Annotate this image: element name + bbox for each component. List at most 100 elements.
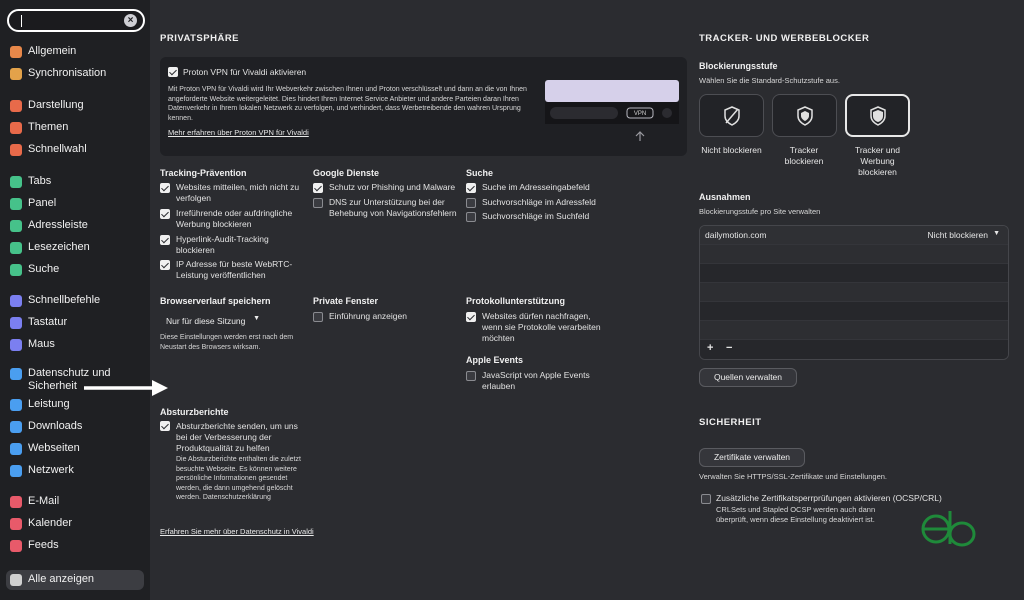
tracking-checkbox[interactable] <box>160 209 170 219</box>
sidebar: × Allgemein Synchronisation Darstellung The… <box>0 0 168 600</box>
chevron-down-icon[interactable]: ▼ <box>993 230 1000 237</box>
vpn-description: Mit Proton VPN für Vivaldi wird Ihr Webv… <box>168 86 527 122</box>
sidebar-item-label: Feeds <box>28 539 59 551</box>
sidebar-item-lesezeichen[interactable]: Lesezeichen <box>10 241 90 259</box>
private-checkbox[interactable] <box>313 312 323 322</box>
settings-all-icon <box>10 574 22 586</box>
cloud-icon <box>10 68 22 80</box>
sidebar-item-netzwerk[interactable]: Netzwerk <box>10 464 74 482</box>
crash-heading: Absturzberichte <box>160 407 229 417</box>
ocsp-checkbox[interactable] <box>701 494 711 504</box>
search-icon <box>10 264 22 276</box>
level-trackers-button[interactable] <box>772 94 837 137</box>
shield-half-icon <box>797 106 813 126</box>
apple-events-heading: Apple Events <box>466 355 524 365</box>
manage-sources-button[interactable]: Quellen verwalten <box>699 368 797 387</box>
globe-icon <box>10 443 22 455</box>
sidebar-item-suche[interactable]: Suche <box>10 263 59 281</box>
remove-icon[interactable]: − <box>726 342 732 354</box>
google-heading: Google Dienste <box>313 168 380 178</box>
sidebar-item-kalender[interactable]: Kalender <box>10 517 72 535</box>
sidebar-item-allgemein[interactable]: Allgemein <box>10 45 76 63</box>
sidebar-item-tastatur[interactable]: Tastatur <box>10 316 67 334</box>
sidebar-item-feeds[interactable]: Feeds <box>10 539 59 557</box>
history-dropdown[interactable]: Nur für diese Sitzung ▼ <box>160 312 264 330</box>
sidebar-item-label: Themen <box>28 121 69 133</box>
protocol-heading: Protokollunterstützung <box>466 296 565 306</box>
sidebar-item-label: Leistung <box>28 398 70 410</box>
tracking-checkbox[interactable] <box>160 260 170 270</box>
apple-checkbox[interactable] <box>466 371 476 381</box>
privacy-learn-more-link[interactable]: Erfahren Sie mehr über Datenschutz in Vi… <box>160 527 314 536</box>
sidebar-item-e-mail[interactable]: E-Mail <box>10 495 59 513</box>
crash-note: Die Absturzberichte enthalten die zuletz… <box>176 456 301 502</box>
sidebar-item-label: Maus <box>28 338 55 350</box>
google-checkbox[interactable] <box>313 198 323 208</box>
sidebar-item-synchronisation[interactable]: Synchronisation <box>10 67 106 85</box>
exception-level[interactable]: Nicht blockieren <box>928 230 988 240</box>
history-note: Diese Einstellungen werden erst nach dem… <box>160 334 294 351</box>
sidebar-item-panel[interactable]: Panel <box>10 197 56 215</box>
search-input[interactable]: × <box>7 9 145 32</box>
sidebar-item-tabs[interactable]: Tabs <box>10 175 51 193</box>
vpn-label: Proton VPN für Vivaldi aktivieren <box>183 67 307 77</box>
sidebar-item-adressleiste[interactable]: Adressleiste <box>10 219 88 237</box>
sidebar-item-label: Schnellbefehle <box>28 294 101 306</box>
blocker-heading: TRACKER- UND WERBEBLOCKER <box>699 33 870 44</box>
apple-option-label: JavaScript von Apple Events erlauben <box>482 370 590 391</box>
tracking-checkbox[interactable] <box>160 183 170 193</box>
level-none-button[interactable] <box>699 94 764 137</box>
sidebar-item-label: Webseiten <box>28 442 80 454</box>
sidebar-item-alle-anzeigen[interactable]: Alle anzeigen <box>6 570 144 590</box>
tracking-option-label: IP Adresse für beste WebRTC-Leistung ver… <box>176 259 293 280</box>
exceptions-heading: Ausnahmen <box>699 192 751 202</box>
panel-icon <box>10 198 22 210</box>
sidebar-item-downloads[interactable]: Downloads <box>10 420 82 438</box>
sidebar-item-webseiten[interactable]: Webseiten <box>10 442 80 460</box>
exceptions-desc: Blockierungsstufe pro Site verwalten <box>699 207 821 216</box>
chevron-down-icon: ▼ <box>253 315 260 322</box>
network-icon <box>10 465 22 477</box>
sidebar-item-schnellbefehle[interactable]: Schnellbefehle <box>10 294 100 312</box>
bookmark-icon <box>10 242 22 254</box>
sidebar-item-themen[interactable]: Themen <box>10 121 68 139</box>
tracking-checkbox[interactable] <box>160 235 170 245</box>
search-checkbox[interactable] <box>466 183 476 193</box>
manage-certificates-button[interactable]: Zertifikate verwalten <box>699 448 805 467</box>
table-row <box>700 264 1008 283</box>
search-heading: Suche <box>466 168 494 178</box>
add-icon[interactable]: + <box>707 342 713 354</box>
search-option-label: Suchvorschläge im Adressfeld <box>482 197 596 207</box>
table-row <box>700 302 1008 321</box>
protocol-option-label: Websites dürfen nachfragen, wenn sie Pro… <box>482 311 601 343</box>
history-heading: Browserverlauf speichern <box>160 296 271 306</box>
watermark-logo <box>921 511 976 547</box>
sidebar-item-darstellung[interactable]: Darstellung <box>10 99 84 117</box>
calendar-icon <box>10 518 22 530</box>
address-bar-icon <box>10 220 22 232</box>
sidebar-item-schnellwahl[interactable]: Schnellwahl <box>10 143 87 161</box>
search-checkbox[interactable] <box>466 212 476 222</box>
sidebar-item-label: Suche <box>28 263 60 275</box>
level-trackers-ads-button[interactable] <box>845 94 910 137</box>
mouse-icon <box>10 339 22 351</box>
private-window-heading: Private Fenster <box>313 296 379 306</box>
text-caret <box>21 15 22 27</box>
sidebar-item-label: Tastatur <box>28 316 68 328</box>
search-checkbox[interactable] <box>466 198 476 208</box>
sidebar-item-maus[interactable]: Maus <box>10 338 55 356</box>
table-row[interactable]: dailymotion.com Nicht blockieren ▼ <box>700 226 1008 245</box>
google-checkbox[interactable] <box>313 183 323 193</box>
sidebar-item-leistung[interactable]: Leistung <box>10 398 70 416</box>
crash-checkbox[interactable] <box>160 421 170 431</box>
vpn-preview-illustration <box>545 80 679 124</box>
tracking-heading: Tracking-Prävention <box>160 168 247 178</box>
sidebar-item-label: Kalender <box>28 517 73 529</box>
keyboard-icon <box>10 317 22 329</box>
protocol-checkbox[interactable] <box>466 312 476 322</box>
vpn-checkbox[interactable] <box>168 67 178 77</box>
exceptions-table: dailymotion.com Nicht blockieren ▼ + − <box>699 225 1009 360</box>
clear-icon[interactable]: × <box>124 14 137 27</box>
vpn-learn-more-link[interactable]: Mehr erfahren über Proton VPN für Vivald… <box>168 128 309 137</box>
blocking-level-desc: Wählen Sie die Standard-Schutzstufe aus. <box>699 76 840 85</box>
